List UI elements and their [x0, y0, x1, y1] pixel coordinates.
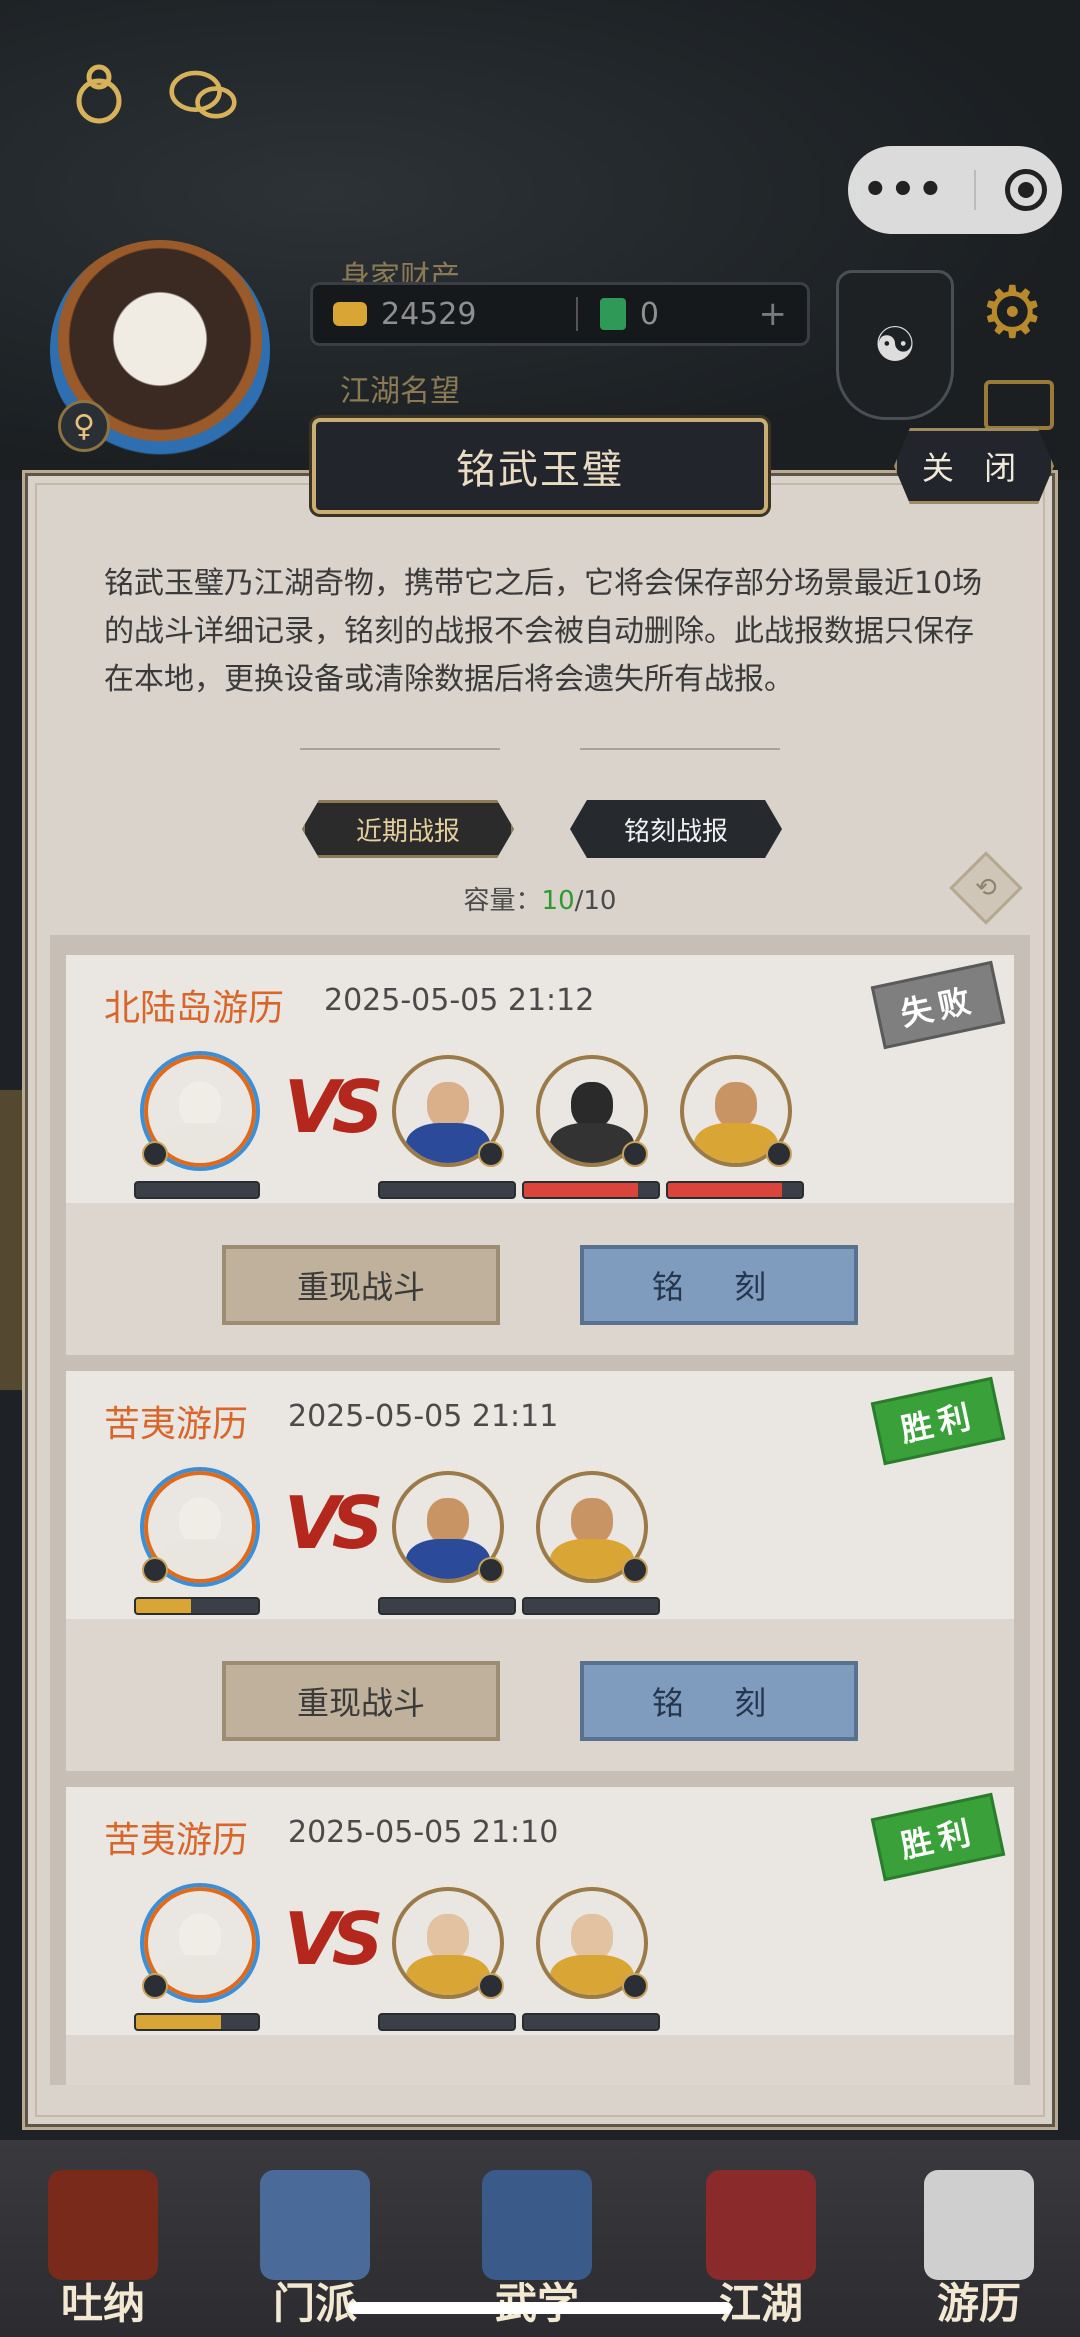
horse-icon [924, 2170, 1034, 2280]
engrave-button[interactable]: 铭 刻 [580, 1661, 858, 1741]
card-footer [66, 2035, 1014, 2085]
element-icon [478, 1557, 504, 1583]
result-stamp-lose: 失败 [870, 960, 1006, 1050]
mail-icon[interactable] [984, 380, 1054, 430]
nav-travel[interactable]: 游历 [904, 2170, 1054, 2328]
taiji-emblem[interactable]: ☯ [836, 270, 954, 420]
gourd-icon [48, 2170, 158, 2280]
replay-battle-button[interactable]: 重现战斗 [222, 1245, 500, 1325]
nav-label: 江湖 [718, 2279, 803, 2328]
divider-ornament-left [300, 748, 500, 750]
tab-recent-reports[interactable]: 近期战报 [302, 800, 514, 858]
battle-location: 苦夷游历 [104, 1820, 249, 1861]
battle-location: 苦夷游历 [104, 1404, 249, 1445]
replay-battle-button[interactable]: 重现战斗 [222, 1661, 500, 1741]
battle-location: 北陆岛游历 [104, 988, 285, 1029]
player-hp-bar [134, 2013, 260, 2031]
male-symbol-icon [142, 1557, 168, 1583]
scroll-book-icon [482, 2170, 592, 2280]
male-symbol-icon [142, 1141, 168, 1167]
dialog-description: 铭武玉璧乃江湖奇物，携带它之后，它将会保存部分场景最近10场的战斗详细记录，铭刻… [104, 566, 983, 697]
enemy-hp-bar [666, 1181, 804, 1199]
nav-martial-arts[interactable]: 武学 [462, 2170, 612, 2328]
close-button[interactable]: 关 闭 [894, 428, 1054, 504]
jade-icon [599, 298, 626, 330]
background-scenery [0, 1090, 22, 1390]
nav-label: 武学 [462, 2270, 612, 2331]
nav-label: 游历 [936, 2279, 1021, 2328]
element-icon [766, 1141, 792, 1167]
chat-bubbles-icon[interactable] [168, 60, 238, 130]
wealth-divider [575, 297, 578, 331]
battle-card: 北陆岛游历 2025-05-05 21:12 失败 VS 重现战斗 铭 刻 [66, 955, 1014, 1355]
element-icon [622, 1141, 648, 1167]
nav-sect[interactable]: 门派 [240, 2170, 390, 2328]
result-stamp-win: 胜利 [870, 1792, 1006, 1882]
card-footer [66, 1619, 1014, 1771]
divider-ornament-right [580, 748, 780, 750]
more-menu-button[interactable]: ••• [863, 167, 946, 213]
enemy-hp-bar [522, 1181, 660, 1199]
battle-time: 2025-05-05 21:12 [324, 983, 595, 1018]
straw-hat-icon [706, 2170, 816, 2280]
enemy-hp-bar [378, 1181, 516, 1199]
enemy-hp-bar [378, 1597, 516, 1615]
enemy-hp-bar [522, 2013, 660, 2031]
fame-label: 江湖名望 [340, 374, 460, 409]
wealth-bar: 24529 0 + [310, 282, 810, 346]
nav-tuna[interactable]: 吐纳 [28, 2170, 178, 2328]
capacity-indicator: 容量：10/10 [0, 880, 1080, 917]
refresh-icon: ⟲ [975, 872, 997, 903]
close-target-icon[interactable] [1005, 169, 1048, 211]
player-hp-bar [134, 1597, 260, 1615]
gold-amount: 24529 [381, 296, 477, 332]
battle-card: 苦夷游历 2025-05-05 21:10 胜利 VS [66, 1787, 1014, 2085]
male-symbol-icon [142, 1973, 168, 1999]
enemy-hp-bar [378, 2013, 516, 2031]
taiji-icon: ☯ [873, 317, 917, 373]
miniprogram-capsule: ••• [848, 146, 1062, 234]
dialog-title: 铭武玉璧 [312, 418, 768, 514]
nav-label: 吐纳 [60, 2279, 145, 2328]
engrave-button[interactable]: 铭 刻 [580, 1245, 858, 1325]
capsule-divider [974, 170, 977, 210]
tab-engraved-reports[interactable]: 铭刻战报 [570, 800, 782, 858]
element-icon [478, 1141, 504, 1167]
element-icon [622, 1557, 648, 1583]
add-currency-button[interactable]: + [759, 294, 788, 334]
sect-banner-icon [260, 2170, 370, 2280]
jade-amount: 0 [639, 296, 660, 332]
vs-label: VS [284, 1065, 384, 1149]
player-hp-bar [134, 1181, 260, 1199]
enemy-hp-bar [522, 1597, 660, 1615]
nav-label: 门派 [272, 2279, 357, 2328]
profile-bun-icon[interactable] [64, 60, 134, 130]
battle-report-list[interactable]: 北陆岛游历 2025-05-05 21:12 失败 VS 重现战斗 铭 刻 苦夷… [50, 935, 1030, 2085]
capacity-label: 容量： [463, 886, 542, 916]
card-footer [66, 1203, 1014, 1355]
vs-label: VS [284, 1897, 384, 1981]
element-icon [622, 1973, 648, 1999]
battle-card: 苦夷游历 2025-05-05 21:11 胜利 VS 重现战斗 铭 刻 [66, 1371, 1014, 1771]
result-stamp-win: 胜利 [870, 1376, 1006, 1466]
element-icon [478, 1973, 504, 1999]
capacity-used: 10 [541, 886, 575, 916]
capacity-total: /10 [574, 886, 617, 916]
gold-ingot-icon [333, 302, 367, 326]
nav-jianghu[interactable]: 江湖 [686, 2170, 836, 2328]
home-indicator [348, 2302, 732, 2314]
battle-time: 2025-05-05 21:11 [288, 1399, 559, 1434]
gender-badge: ♀ [58, 400, 110, 452]
gear-icon[interactable]: ⚙ [980, 270, 1045, 354]
vs-label: VS [284, 1481, 384, 1565]
battle-time: 2025-05-05 21:10 [288, 1815, 559, 1850]
